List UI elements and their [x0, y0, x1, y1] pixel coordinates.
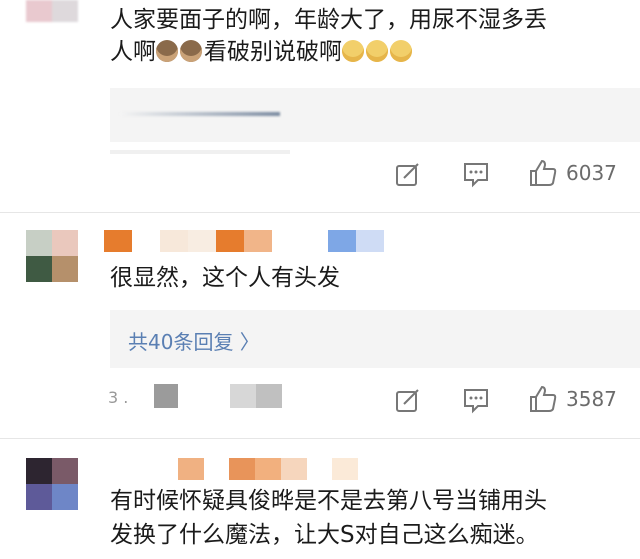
- divider-fragment: [110, 150, 290, 154]
- comment-text: 有时候怀疑具俊晔是不是去第八号当铺用头 发换了什么魔法，让大S对自己这么痴迷。: [110, 484, 547, 552]
- comment-icon: [464, 389, 488, 414]
- like-button[interactable]: 6037: [528, 158, 617, 188]
- comment-text: 人家要面子的啊，年龄大了，用尿不湿多丢 人啊 看破别说破啊: [110, 4, 547, 68]
- reply-preview-obscured: [120, 112, 280, 116]
- share-button[interactable]: [394, 386, 422, 414]
- comment-text: 很显然，这个人有头发: [110, 262, 340, 294]
- dog-emoji-icon: [342, 40, 364, 62]
- monkey-emoji-icon: [156, 40, 178, 62]
- monkey-emoji-icon: [180, 40, 202, 62]
- view-replies-link[interactable]: 共40条回复 〉: [128, 326, 260, 355]
- comment-line-1: 人家要面子的啊，年龄大了，用尿不湿多丢: [110, 7, 547, 33]
- meta-obscured-block: [154, 384, 178, 408]
- like-count: 6037: [566, 161, 617, 185]
- reply-preview-box[interactable]: [110, 88, 640, 142]
- comment-line-1: 很显然，这个人有头发: [110, 265, 340, 291]
- share-button[interactable]: [394, 160, 422, 188]
- like-button[interactable]: 3587: [528, 384, 617, 414]
- avatar[interactable]: [26, 458, 78, 510]
- share-icon: [396, 163, 419, 186]
- meta-obscured-block: [230, 384, 282, 408]
- avatar[interactable]: [26, 0, 78, 22]
- like-icon: [530, 385, 557, 412]
- comment-button[interactable]: [462, 160, 490, 188]
- divider: [0, 212, 640, 213]
- comment-line-2: 发换了什么魔法，让大S对自己这么痴迷。: [110, 522, 539, 548]
- comment-button[interactable]: [462, 386, 490, 414]
- like-count: 3587: [566, 387, 617, 411]
- avatar[interactable]: [26, 230, 78, 282]
- username-obscured[interactable]: [104, 230, 384, 252]
- comment-line-1: 有时候怀疑具俊晔是不是去第八号当铺用头: [110, 488, 547, 514]
- comment-icon: [464, 163, 488, 188]
- dog-emoji-icon: [366, 40, 388, 62]
- username-obscured[interactable]: [178, 458, 358, 480]
- dog-emoji-icon: [390, 40, 412, 62]
- comment-line-2: 人啊 看破别说破啊: [110, 36, 547, 68]
- meta-obscured: 3 .: [108, 388, 129, 407]
- reply-summary-box[interactable]: 共40条回复 〉: [110, 310, 640, 368]
- like-icon: [530, 159, 557, 186]
- divider: [0, 438, 640, 439]
- share-icon: [396, 389, 419, 412]
